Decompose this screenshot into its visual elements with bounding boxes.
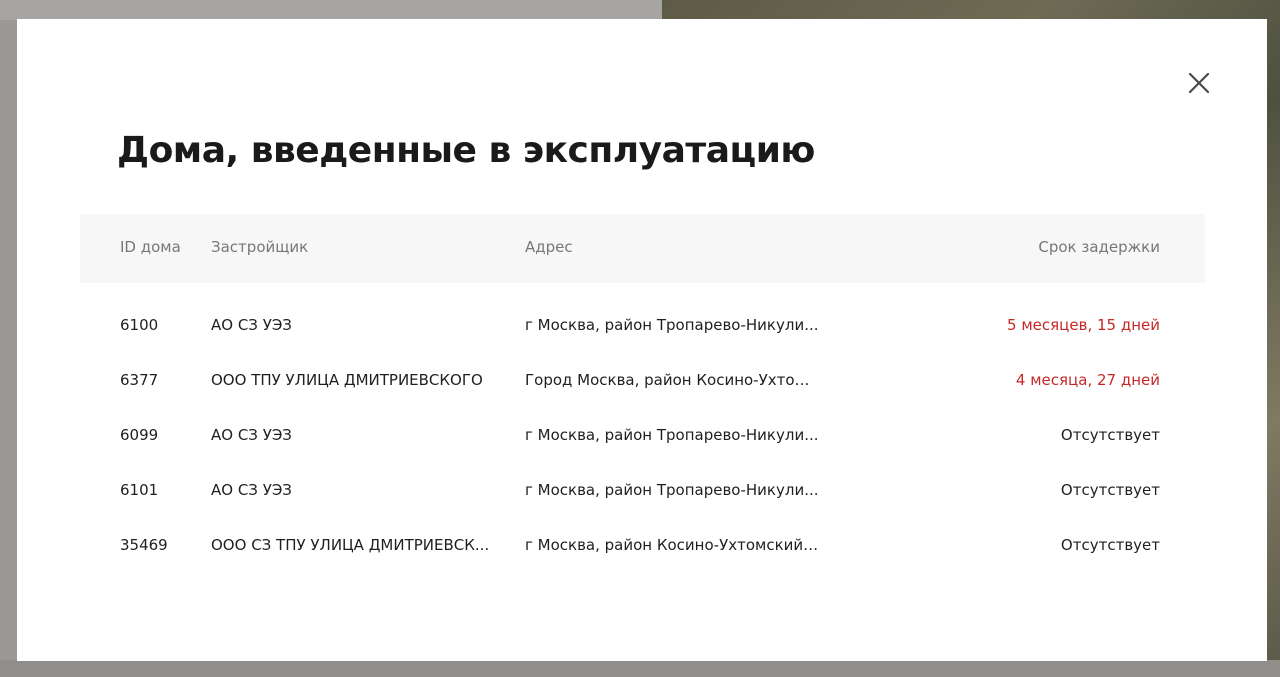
- table-row[interactable]: 6100 АО СЗ УЭЗ г Москва, район Тропарево…: [80, 298, 1205, 353]
- cell-developer: ООО ТПУ УЛИЦА ДМИТРИЕВСКОГО: [211, 371, 483, 389]
- cell-developer: АО СЗ УЭЗ: [211, 316, 292, 334]
- cell-delay: Отсутствует: [1060, 481, 1160, 499]
- cell-address: г Москва, район Тропарево-Никули...: [525, 426, 819, 444]
- cell-house-id: 35469: [120, 536, 168, 554]
- cell-developer: АО СЗ УЭЗ: [211, 481, 292, 499]
- background-header: [0, 0, 662, 20]
- background-footer: [0, 660, 1280, 677]
- table-body: 6100 АО СЗ УЭЗ г Москва, район Тропарево…: [80, 283, 1205, 573]
- cell-address: г Москва, район Косино-Ухтомский,...: [525, 536, 820, 554]
- cell-delay: 4 месяца, 27 дней: [1015, 371, 1160, 389]
- table-row[interactable]: 6101 АО СЗ УЭЗ г Москва, район Тропарево…: [80, 463, 1205, 518]
- cell-address: г Москва, район Тропарево-Никули...: [525, 481, 819, 499]
- cell-developer: АО СЗ УЭЗ: [211, 426, 292, 444]
- cell-house-id: 6100: [120, 316, 159, 334]
- houses-table: ID дома Застройщик Адрес Срок задержки 6…: [80, 214, 1205, 573]
- cell-developer: ООО СЗ ТПУ УЛИЦА ДМИТРИЕВСК...: [211, 536, 490, 554]
- cell-house-id: 6099: [120, 426, 159, 444]
- houses-modal: Дома, введенные в эксплуатацию ID дома З…: [17, 19, 1267, 661]
- table-row[interactable]: 6377 ООО ТПУ УЛИЦА ДМИТРИЕВСКОГО Город М…: [80, 353, 1205, 408]
- table-header: ID дома Застройщик Адрес Срок задержки: [80, 214, 1205, 283]
- cell-delay: Отсутствует: [1060, 536, 1160, 554]
- column-header-address: Адрес: [525, 238, 573, 256]
- cell-delay: 5 месяцев, 15 дней: [1007, 316, 1160, 334]
- cell-house-id: 6101: [120, 481, 159, 499]
- table-row[interactable]: 6099 АО СЗ УЭЗ г Москва, район Тропарево…: [80, 408, 1205, 463]
- close-icon: [1188, 72, 1210, 94]
- cell-address: г Москва, район Тропарево-Никули...: [525, 316, 819, 334]
- cell-house-id: 6377: [120, 371, 159, 389]
- column-header-developer: Застройщик: [211, 238, 309, 256]
- column-header-delay: Срок задержки: [1038, 238, 1160, 256]
- cell-address: Город Москва, район Косино-Ухтом...: [525, 371, 820, 389]
- table-row[interactable]: 35469 ООО СЗ ТПУ УЛИЦА ДМИТРИЕВСК... г М…: [80, 518, 1205, 573]
- column-header-id: ID дома: [120, 238, 181, 256]
- close-button[interactable]: [1184, 68, 1214, 98]
- modal-title: Дома, введенные в эксплуатацию: [117, 130, 815, 171]
- cell-delay: Отсутствует: [1060, 426, 1160, 444]
